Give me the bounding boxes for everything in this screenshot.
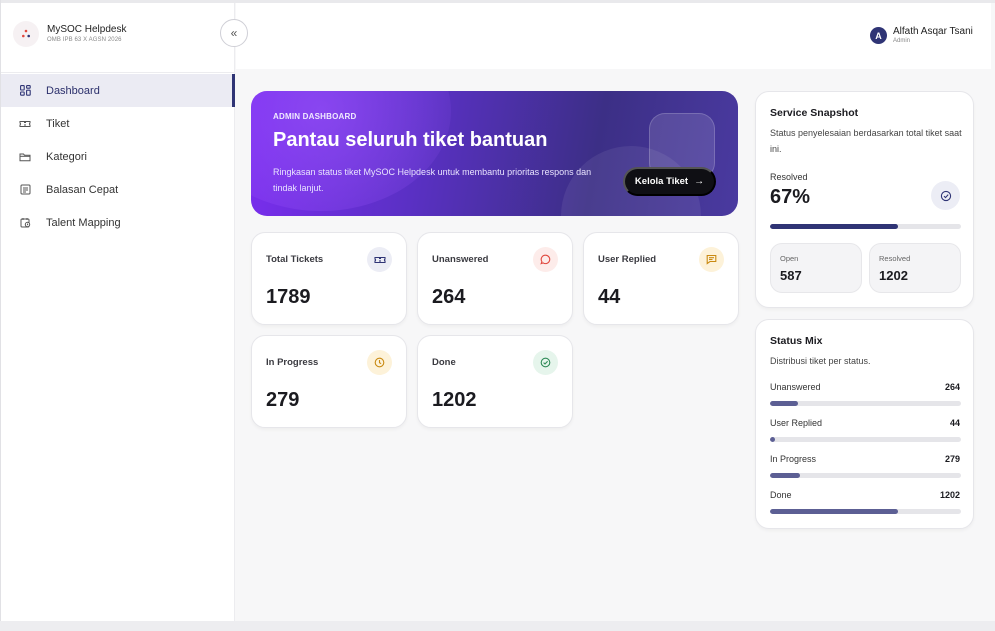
status-label-done: Done	[770, 490, 792, 500]
status-value-in-progress: 279	[944, 454, 960, 464]
message-square-text-icon	[699, 247, 724, 272]
panel-description: Status penyelesaian berdasarkan total ti…	[770, 128, 962, 154]
chevrons-left-icon: «	[230, 26, 238, 40]
open-value: 587	[780, 268, 802, 283]
sidebar-item-label: Talent Mapping	[46, 216, 121, 229]
kelola-tiket-button[interactable]: Kelola Tiket →	[623, 167, 716, 196]
status-label-user-replied: User Replied	[770, 418, 823, 428]
status-label-unanswered: Unanswered	[770, 382, 821, 392]
message-circle-icon	[533, 247, 558, 272]
sidebar-item-label: Tiket	[46, 117, 70, 130]
stat-card-user-replied[interactable]: User Replied 44	[583, 232, 739, 325]
brand-subtitle: OMB IPB 63 X AGSN 2026	[47, 36, 122, 43]
brand-name: MySOC Helpdesk	[47, 23, 127, 35]
status-bar-fill	[770, 401, 799, 406]
resolved-box-value: 1202	[879, 268, 908, 283]
panel-description: Distribusi tiket per status.	[770, 356, 871, 366]
status-label-in-progress: In Progress	[770, 454, 817, 464]
stat-value: 1202	[432, 389, 477, 411]
sidebar: MySOC Helpdesk OMB IPB 63 X AGSN 2026 Da…	[1, 3, 235, 621]
stat-label: Unanswered	[432, 254, 489, 265]
check-circle-icon	[533, 350, 558, 375]
hero-banner: ADMIN DASHBOARD Pantau seluruh tiket ban…	[251, 91, 738, 216]
arrow-right-icon: →	[694, 176, 705, 187]
status-value-done: 1202	[939, 490, 960, 500]
clock-icon	[367, 350, 392, 375]
open-label: Open	[780, 254, 799, 263]
stat-value: 264	[432, 286, 466, 308]
status-bar-fill	[770, 509, 899, 514]
user-menu[interactable]: A Alfath Asqar Tsani Admin	[870, 26, 973, 45]
sidebar-item-dashboard[interactable]: Dashboard	[1, 74, 235, 107]
brand-logo-icon	[13, 21, 39, 47]
stat-card-total-tickets[interactable]: Total Tickets 1789	[251, 232, 407, 325]
status-bar-done	[770, 509, 961, 514]
sidebar-item-talent-mapping[interactable]: Talent Mapping	[1, 206, 235, 239]
sidebar-nav: Dashboard Tiket Kategori Balasan Cepat T…	[1, 74, 235, 239]
ticket-icon	[19, 118, 31, 130]
status-value-unanswered: 264	[944, 382, 960, 392]
user-name: Alfath Asqar Tsani	[893, 26, 973, 37]
stat-label: In Progress	[266, 357, 319, 368]
stat-card-in-progress[interactable]: In Progress 279	[251, 335, 407, 428]
resolved-progress-bar	[770, 224, 961, 229]
status-bar-fill	[770, 473, 800, 478]
panel-title: Service Snapshot	[770, 107, 859, 119]
stat-value: 1789	[266, 286, 311, 308]
message-square-icon	[19, 184, 31, 196]
sidebar-item-balasan-cepat[interactable]: Balasan Cepat	[1, 173, 235, 206]
panel-title: Status Mix	[770, 335, 823, 347]
sidebar-item-label: Balasan Cepat	[46, 183, 119, 196]
sidebar-item-label: Kategori	[46, 150, 87, 163]
stat-label: Total Tickets	[266, 254, 324, 265]
brand[interactable]: MySOC Helpdesk OMB IPB 63 X AGSN 2026	[13, 21, 126, 47]
status-value-user-replied: 44	[949, 418, 960, 428]
status-bar-in-progress	[770, 473, 961, 478]
service-snapshot-panel: Service Snapshot Status penyelesaian ber…	[755, 91, 974, 308]
user-role: Admin	[893, 38, 911, 44]
window-bottom-edge	[0, 621, 995, 631]
check-circle-icon	[931, 181, 960, 210]
sidebar-item-tiket[interactable]: Tiket	[1, 107, 235, 140]
ticket-icon	[367, 247, 392, 272]
sidebar-item-kategori[interactable]: Kategori	[1, 140, 235, 173]
stat-card-unanswered[interactable]: Unanswered 264	[417, 232, 573, 325]
stat-value: 279	[266, 389, 300, 411]
stat-label: User Replied	[598, 254, 657, 265]
status-bar-user-replied	[770, 437, 961, 442]
stat-value: 44	[598, 286, 621, 308]
hero-kicker: ADMIN DASHBOARD	[273, 112, 357, 121]
hero-description: Ringkasan status tiket MySOC Helpdesk un…	[273, 167, 592, 193]
folder-icon	[19, 151, 31, 163]
stat-label: Done	[432, 357, 456, 368]
resolved-percentage: 67%	[770, 186, 811, 208]
resolved-box-label: Resolved	[879, 254, 911, 263]
avatar: A	[870, 27, 887, 44]
calendar-clock-icon	[19, 217, 31, 229]
status-bar-fill	[770, 437, 775, 442]
status-bar-unanswered	[770, 401, 961, 406]
hero-title: Pantau seluruh tiket bantuan	[273, 129, 548, 151]
open-count-box: Open 587	[770, 243, 862, 293]
dashboard-grid-icon	[19, 85, 31, 97]
resolved-label: Resolved	[770, 172, 808, 182]
sidebar-item-label: Dashboard	[46, 84, 100, 97]
collapse-sidebar-button[interactable]: «	[220, 19, 248, 47]
top-header: A Alfath Asqar Tsani Admin	[236, 3, 991, 69]
resolved-progress-fill	[770, 224, 898, 229]
button-label: Kelola Tiket	[634, 176, 689, 187]
stat-card-done[interactable]: Done 1202	[417, 335, 573, 428]
status-mix-panel: Status Mix Distribusi tiket per status. …	[755, 319, 974, 529]
resolved-count-box: Resolved 1202	[869, 243, 961, 293]
sidebar-divider	[1, 72, 235, 73]
